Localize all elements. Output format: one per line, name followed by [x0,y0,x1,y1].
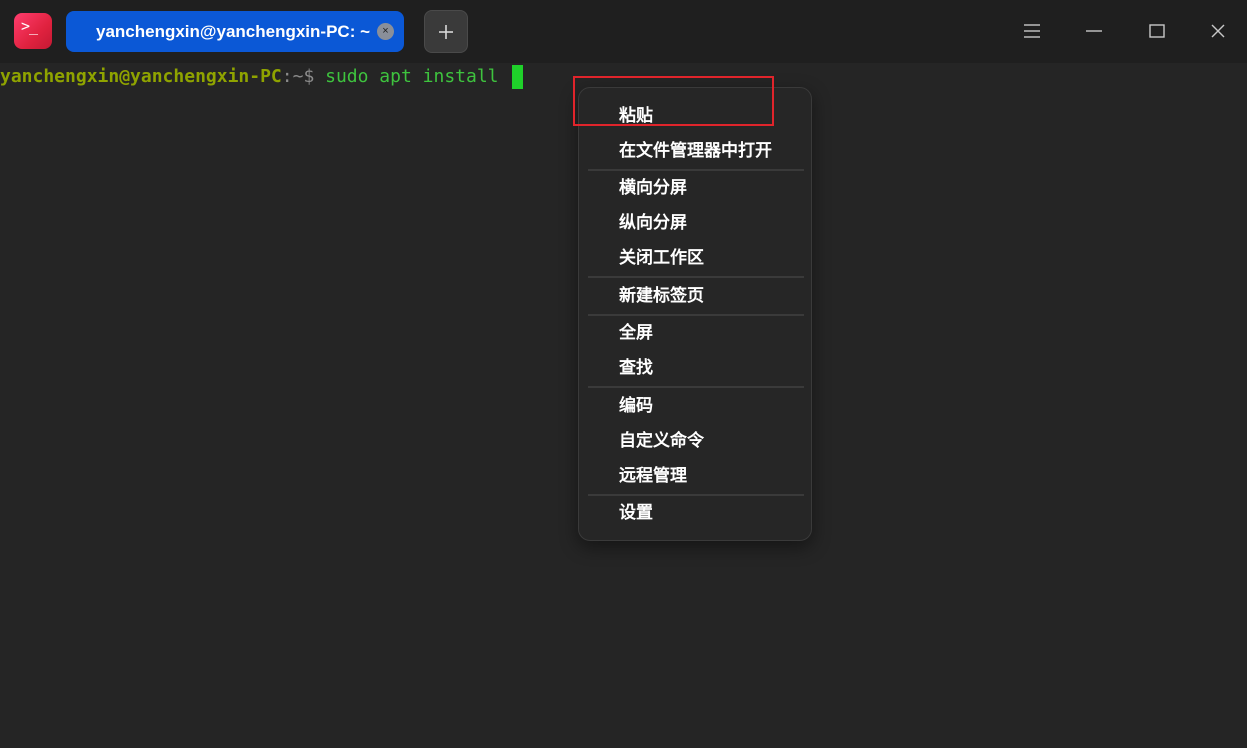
menu-item-custom-commands[interactable]: 自定义命令 [619,426,704,456]
context-menu: 粘贴 在文件管理器中打开 横向分屏 纵向分屏 关闭工作区 新建标签页 全屏 查找… [578,87,812,541]
menu-divider [588,314,804,316]
menu-divider [588,169,804,171]
menu-item-find[interactable]: 查找 [619,353,653,383]
prompt-user: yanchengxin@yanchengxin-PC [0,66,282,87]
typed-command: sudo apt install [325,66,510,87]
menu-divider [588,386,804,388]
close-button[interactable] [1200,13,1236,49]
tab-title: yanchengxin@yanchengxin-PC: ~ [96,22,371,41]
tab-terminal[interactable]: yanchengxin@yanchengxin-PC: ~ × [66,11,404,52]
menu-item-remote-management[interactable]: 远程管理 [619,461,687,491]
title-bar: >_ yanchengxin@yanchengxin-PC: ~ × [0,0,1247,63]
hamburger-menu-icon [1024,24,1040,38]
menu-item-new-tab[interactable]: 新建标签页 [619,281,704,311]
prompt-separator: :~$ [281,66,326,87]
minimize-icon [1086,30,1102,32]
text-cursor [512,65,524,89]
menu-item-split-horizontal[interactable]: 横向分屏 [619,173,687,203]
menu-item-settings[interactable]: 设置 [619,498,653,528]
minimize-button[interactable] [1076,13,1112,49]
menu-item-paste[interactable]: 粘贴 [619,101,653,131]
main-menu-button[interactable] [1014,13,1050,49]
menu-item-open-in-file-manager[interactable]: 在文件管理器中打开 [619,136,772,166]
new-tab-button[interactable] [424,10,468,53]
menu-divider [588,276,804,278]
maximize-icon [1149,24,1165,38]
close-icon [1211,24,1225,38]
terminal-app-icon: >_ [14,13,52,49]
tab-close-icon[interactable]: × [377,23,394,40]
menu-item-split-vertical[interactable]: 纵向分屏 [619,208,687,238]
terminal-window: >_ yanchengxin@yanchengxin-PC: ~ × yanch… [0,0,1247,748]
command-line: yanchengxin@yanchengxin-PC:~$ sudo apt i… [0,65,524,89]
menu-divider [588,494,804,496]
menu-item-fullscreen[interactable]: 全屏 [619,318,653,348]
maximize-button[interactable] [1139,13,1175,49]
menu-item-close-workspace[interactable]: 关闭工作区 [619,243,704,273]
plus-icon [439,25,453,39]
menu-item-encoding[interactable]: 编码 [619,391,653,421]
